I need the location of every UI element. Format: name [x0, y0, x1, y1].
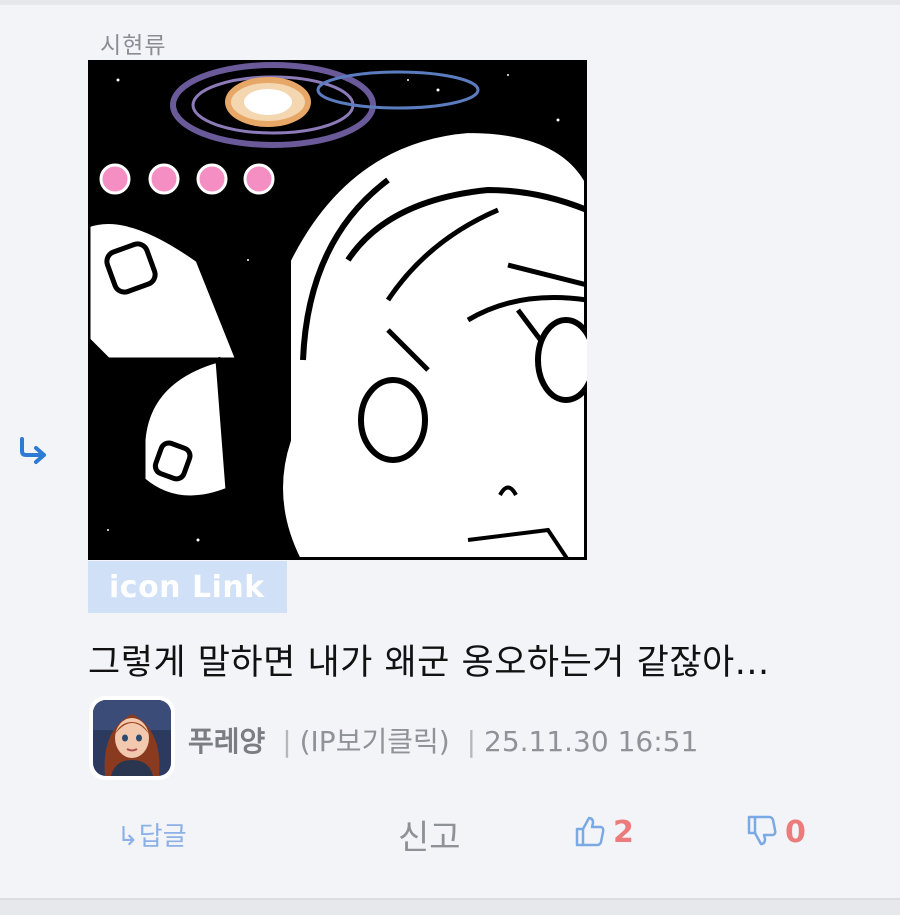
avatar[interactable] — [89, 696, 175, 780]
bottom-divider — [0, 898, 900, 915]
comment-image[interactable] — [88, 60, 587, 560]
timestamp: 25.11.30 16:51 — [484, 725, 699, 758]
reply-button[interactable]: ↳답글 — [117, 816, 187, 853]
avatar-image — [93, 700, 171, 776]
author-name[interactable]: 푸레양 — [188, 725, 265, 758]
thumbs-up-icon — [573, 814, 607, 848]
meta-separator: | — [466, 725, 476, 758]
thumbs-down-icon — [745, 814, 779, 848]
like-button[interactable]: 2 — [573, 814, 634, 850]
top-divider — [0, 0, 900, 5]
report-button[interactable]: 신고 — [398, 810, 461, 859]
icon-link-badge[interactable]: icon Link — [88, 561, 287, 613]
like-count: 2 — [613, 815, 634, 850]
reply-arrow-icon — [16, 431, 52, 467]
comment-actions: ↳답글 신고 2 0 — [0, 810, 900, 858]
comment-text: 그렇게 말하면 내가 왜군 옹오하는거 같잖아... — [88, 643, 770, 683]
ip-view-link[interactable]: (IP보기클릭) — [300, 725, 450, 758]
anime-character-image — [88, 60, 587, 560]
meta-separator: | — [282, 725, 292, 758]
category-label: 시현류 — [100, 33, 167, 59]
comment-meta: 푸레양 | (IP보기클릭) | 25.11.30 16:51 — [188, 720, 698, 760]
dislike-button[interactable]: 0 — [745, 814, 806, 850]
dislike-count: 0 — [785, 815, 806, 850]
